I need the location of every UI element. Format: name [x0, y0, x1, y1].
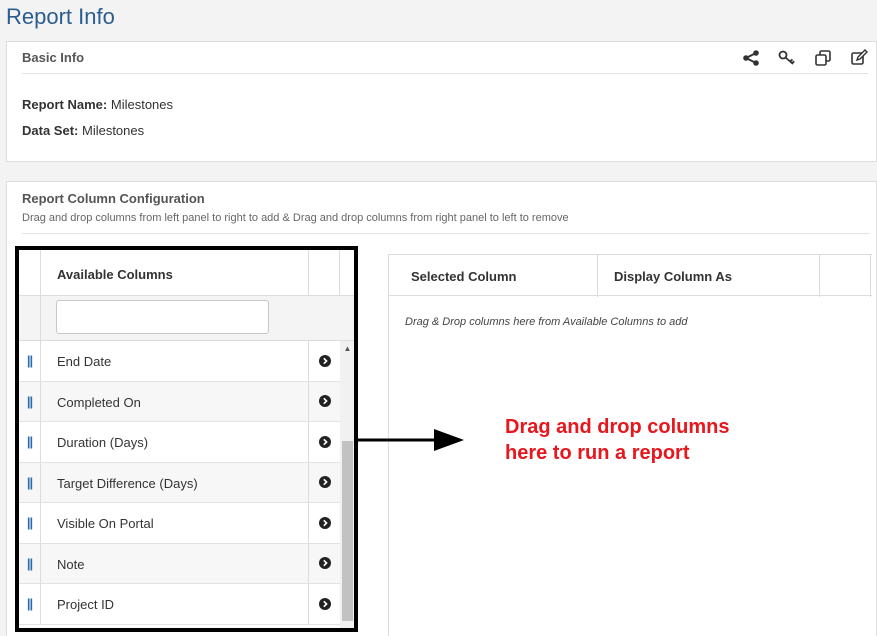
scrollbar-thumb[interactable]: [342, 441, 353, 621]
data-set-line: Data Set: Milestones: [22, 123, 144, 138]
drag-handle-icon[interactable]: ||: [19, 503, 41, 543]
drag-handle-icon[interactable]: ||: [19, 422, 41, 462]
drag-handle-icon[interactable]: ||: [19, 543, 41, 583]
divider: [22, 233, 870, 234]
add-column-icon[interactable]: [308, 341, 340, 381]
header-separator: [308, 250, 309, 296]
drag-handle-icon[interactable]: ||: [19, 584, 41, 624]
column-label: Duration (Days): [57, 435, 149, 450]
column-row-visible-on-portal[interactable]: || Visible On Portal: [19, 503, 340, 544]
list-scrollbar[interactable]: ▲: [340, 341, 355, 631]
selected-column-header: Selected Column: [411, 269, 517, 284]
divider: [22, 73, 868, 74]
column-label: End Date: [57, 354, 112, 369]
column-label: Completed On: [57, 394, 141, 410]
header-separator: [597, 255, 598, 297]
available-columns-table: Available Columns || End Date || Complet…: [19, 250, 355, 631]
data-set-value: Milestones: [81, 123, 145, 138]
report-name-line: Report Name: Milestones: [22, 97, 173, 112]
column-row-target-difference[interactable]: || Target Difference (Days): [19, 462, 340, 503]
drag-handle-icon[interactable]: ||: [19, 462, 41, 502]
column-label: Target Difference (Days): [57, 475, 198, 491]
selected-columns-header: Selected Column Display Column As: [389, 254, 872, 297]
add-column-icon[interactable]: [308, 462, 340, 502]
filter-handle-cell: [19, 296, 41, 341]
header-separator: [819, 255, 820, 297]
available-columns-list: || End Date || Completed On || Duration …: [19, 341, 340, 625]
header-separator: [339, 250, 340, 296]
column-label: Visible On Portal: [57, 516, 154, 531]
column-row-duration[interactable]: || Duration (Days): [19, 422, 340, 463]
column-label: Note: [57, 556, 85, 572]
config-heading: Report Column Configuration: [22, 191, 205, 206]
basic-info-heading: Basic Info: [22, 50, 85, 65]
annotation-text: Drag and drop columns here to run a repo…: [505, 414, 805, 466]
add-column-icon[interactable]: [308, 381, 340, 421]
column-row-end-date[interactable]: || End Date: [19, 341, 340, 382]
display-column-as-header: Display Column As: [614, 269, 732, 284]
header-handle-cell: [19, 250, 41, 296]
add-column-icon[interactable]: [308, 422, 340, 462]
drag-handle-icon[interactable]: ||: [19, 381, 41, 421]
report-name-label: Report Name:: [22, 97, 108, 112]
add-column-icon[interactable]: [308, 543, 340, 583]
available-columns-filter-input[interactable]: [56, 300, 269, 334]
config-description: Drag and drop columns from left panel to…: [22, 212, 569, 224]
report-toolbar: [740, 48, 870, 68]
copy-icon[interactable]: [812, 48, 834, 68]
add-column-icon[interactable]: [308, 584, 340, 624]
data-set-label: Data Set:: [22, 123, 79, 138]
drag-handle-icon[interactable]: ||: [19, 341, 41, 381]
column-row-note[interactable]: || Note: [19, 543, 340, 584]
report-name-value: Milestones: [110, 97, 174, 112]
header-separator: [870, 255, 871, 297]
edit-icon[interactable]: [848, 48, 870, 68]
basic-info-panel: Basic Info Report Name: Milestones Data …: [6, 41, 877, 162]
share-icon[interactable]: [740, 48, 762, 68]
filter-row: [19, 296, 355, 341]
column-row-project-id[interactable]: || Project ID: [19, 584, 340, 625]
column-label: Project ID: [57, 597, 115, 612]
annotation-line-1: Drag and drop columns: [505, 416, 730, 438]
scroll-up-icon[interactable]: ▲: [340, 341, 355, 355]
drop-zone-hint: Drag & Drop columns here from Available …: [405, 316, 688, 328]
arrow-right-icon: [358, 426, 468, 459]
available-columns-title: Available Columns: [57, 267, 173, 282]
page-title: Report Info: [6, 4, 115, 29]
add-column-icon[interactable]: [308, 503, 340, 543]
key-icon[interactable]: [776, 48, 798, 68]
available-columns-header: Available Columns: [19, 250, 355, 296]
annotation-line-2: here to run a report: [505, 442, 690, 464]
column-row-completed-on[interactable]: || Completed On: [19, 381, 340, 422]
